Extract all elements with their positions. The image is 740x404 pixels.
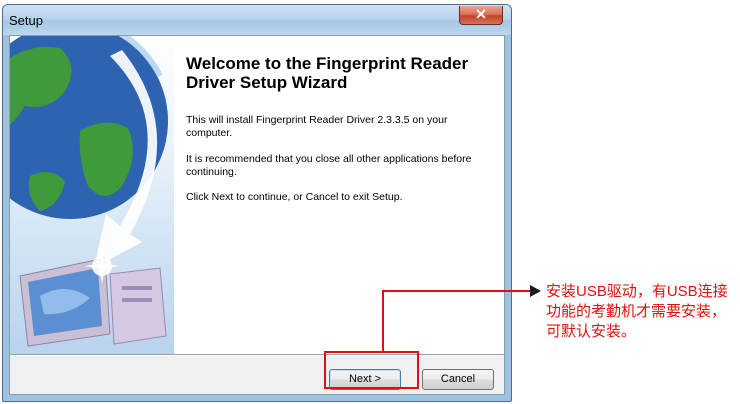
window-title: Setup	[9, 13, 43, 28]
wizard-banner-illustration	[10, 36, 174, 354]
cancel-button[interactable]: Cancel	[422, 369, 494, 390]
title-bar[interactable]: Setup ✕	[3, 5, 511, 35]
button-separator	[10, 354, 504, 356]
setup-window: Setup ✕ Welcome to the Fingerprint Reade…	[2, 4, 512, 402]
install-description: This will install Fingerprint Reader Dri…	[186, 114, 448, 139]
close-button[interactable]: ✕	[459, 6, 503, 25]
wizard-content: Welcome to the Fingerprint Reader Driver…	[174, 36, 504, 354]
close-apps-notice: It is recommended that you close all oth…	[186, 153, 472, 178]
wizard-body: Welcome to the Fingerprint Reader Driver…	[9, 35, 505, 395]
close-icon: ✕	[475, 6, 487, 22]
wizard-heading: Welcome to the Fingerprint Reader Driver…	[186, 54, 469, 92]
next-button-highlight	[324, 351, 419, 389]
continue-instructions: Click Next to continue, or Cancel to exi…	[186, 191, 403, 203]
annotation-note: 安装USB驱动，有USB连接功能的考勤机才需要安装，可默认安装。	[546, 283, 728, 340]
globe-computer-illustration	[10, 36, 168, 347]
